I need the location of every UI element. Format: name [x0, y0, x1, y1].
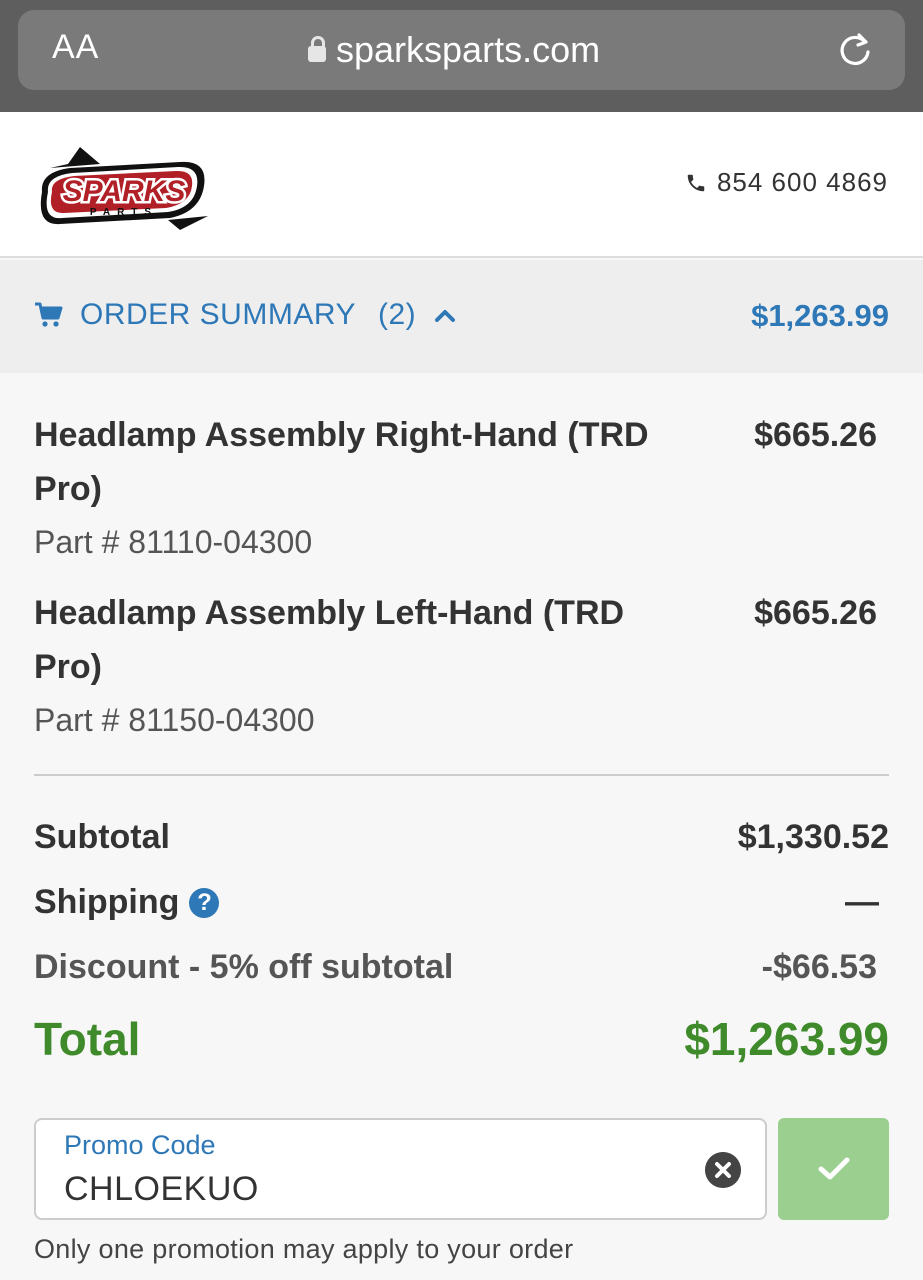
total-row: Total $1,263.99: [34, 1012, 889, 1068]
order-summary-toggle[interactable]: ORDER SUMMARY (2) $1,263.99: [0, 260, 923, 373]
site-header: SPARKS SPARKS PARTS 854 600 4869: [0, 112, 923, 258]
checkmark-icon: [818, 1157, 849, 1180]
phone-number: 854 600 4869: [716, 167, 888, 197]
chevron-up-icon: [435, 310, 456, 322]
subtotal-row: Subtotal $1,330.52: [34, 818, 889, 862]
total-value: $1,263.99: [684, 1013, 889, 1065]
browser-bar: AA sparksparts.com: [0, 0, 923, 112]
item-name: Headlamp Assembly Left-Hand (TRD Pro): [34, 594, 625, 686]
lock-icon: [308, 36, 326, 62]
logo-text-fill: SPARKS: [63, 175, 186, 208]
promo-code-field[interactable]: Promo Code CHLOEKUO: [34, 1118, 767, 1220]
promo-note: Only one promotion may apply to your ord…: [34, 1234, 574, 1264]
phone-link[interactable]: 854 600 4869: [685, 167, 888, 198]
phone-icon: [687, 174, 705, 191]
divider: [34, 774, 889, 776]
promo-code-value[interactable]: CHLOEKUO: [64, 1170, 259, 1209]
order-item-count: (2): [377, 298, 417, 331]
discount-row: Discount - 5% off subtotal -$66.53: [34, 948, 889, 992]
order-summary-heading: ORDER SUMMARY (2): [34, 298, 456, 332]
sparks-parts-logo[interactable]: SPARKS SPARKS PARTS: [30, 142, 210, 242]
subtotal-label: Subtotal: [34, 818, 170, 856]
shipping-row: Shipping ? —: [34, 883, 889, 927]
apply-promo-button[interactable]: [778, 1118, 889, 1220]
subtotal-value: $1,330.52: [737, 818, 889, 856]
total-label: Total: [34, 1013, 141, 1065]
text-size-button[interactable]: AA: [52, 28, 99, 67]
discount-label: Discount - 5% off subtotal: [34, 948, 454, 986]
item-part-number: Part # 81150-04300: [34, 702, 315, 738]
order-summary-label: ORDER SUMMARY: [80, 298, 356, 331]
item-price: $665.26: [754, 416, 877, 454]
url-display[interactable]: sparksparts.com: [308, 29, 600, 71]
line-item: Headlamp Assembly Left-Hand (TRD Pro) $6…: [34, 586, 889, 746]
address-bar[interactable]: AA sparksparts.com: [18, 10, 905, 90]
text-size-label: AA: [52, 28, 100, 66]
line-item: Headlamp Assembly Right-Hand (TRD Pro) $…: [34, 408, 889, 568]
discount-value: -$66.53: [761, 948, 877, 986]
shipping-label: Shipping: [34, 883, 180, 921]
shipping-value: —: [845, 883, 879, 921]
promo-code-label: Promo Code: [64, 1130, 216, 1160]
help-icon[interactable]: ?: [189, 887, 220, 918]
item-part-number: Part # 81110-04300: [34, 524, 313, 560]
reload-icon[interactable]: [835, 30, 875, 70]
clear-icon[interactable]: [705, 1152, 741, 1188]
shipping-label-group: Shipping ?: [34, 883, 220, 922]
item-name: Headlamp Assembly Right-Hand (TRD Pro): [34, 416, 649, 508]
item-price: $665.26: [754, 594, 877, 632]
url-text: sparksparts.com: [336, 29, 601, 70]
cart-icon: [35, 302, 63, 327]
order-summary-total: $1,263.99: [751, 298, 889, 333]
logo-subtext: PARTS: [90, 207, 158, 218]
